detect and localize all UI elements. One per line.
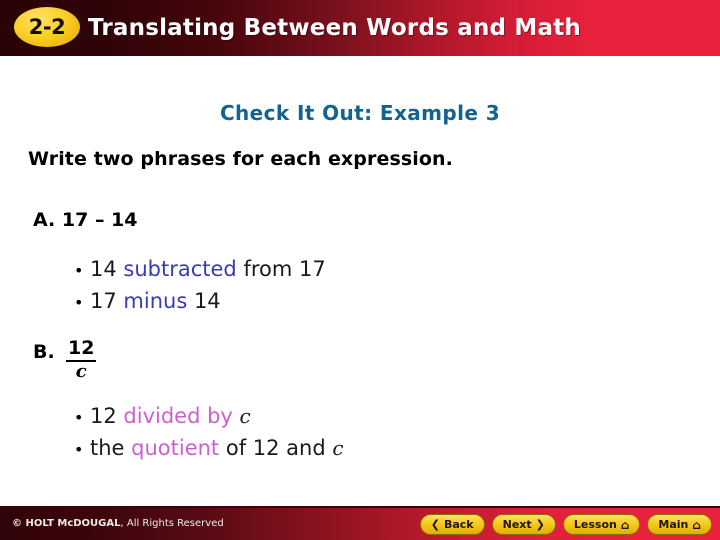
home-icon: ⌂ — [620, 517, 630, 532]
problem-b-fraction: 12 c — [66, 338, 97, 382]
problem-a-label: A. 17 – 14 — [33, 209, 138, 231]
list-item: • 17 minus 14 — [74, 286, 326, 318]
phrase-list-b: • 12 divided by c • the quotient of 12 and… — [74, 401, 344, 465]
lesson-number-label: 2-2 — [28, 14, 66, 39]
slide-content-area: Check It Out: Example 3 Write two phrase… — [0, 56, 720, 506]
footer-navigation: ❮ Back Next ❯ Lesson ⌂ Main ⌂ — [419, 514, 712, 535]
main-button-label: Main — [658, 518, 689, 531]
bullet-icon: • — [74, 408, 84, 427]
phrase-keyword: quotient — [131, 436, 220, 460]
phrase-text-plain: 17 — [90, 289, 124, 313]
lesson-button[interactable]: Lesson ⌂ — [562, 514, 641, 535]
bullet-icon: • — [74, 261, 84, 280]
fraction-denominator: c — [75, 360, 87, 382]
next-button-label: Next — [502, 518, 532, 531]
lesson-title: Translating Between Words and Math — [88, 15, 581, 41]
phrase-keyword: divided by — [123, 404, 233, 428]
next-button[interactable]: Next ❯ — [491, 514, 556, 535]
copyright-rest: , All Rights Reserved — [120, 518, 224, 529]
phrase-keyword: subtracted — [123, 257, 237, 281]
phrase-text-plain: 14 — [187, 289, 221, 313]
copyright-text: © HOLT McDOUGAL, All Rights Reserved — [12, 518, 224, 529]
phrase-keyword: minus — [123, 289, 188, 313]
phrase-text-plain: 12 — [90, 404, 124, 428]
phrase-text-plain: from 17 — [236, 257, 326, 281]
bullet-icon: • — [74, 293, 84, 312]
problem-b-label: B. — [33, 341, 55, 363]
instruction-text: Write two phrases for each expression. — [28, 148, 453, 170]
list-item: • 14 subtracted from 17 — [74, 254, 326, 286]
lesson-button-label: Lesson — [573, 518, 617, 531]
phrase-text-plain: the — [90, 436, 132, 460]
phrase-variable: c — [332, 436, 344, 460]
footer-bar: © HOLT McDOUGAL, All Rights Reserved ❮ B… — [0, 506, 720, 540]
phrase-text-plain: 14 — [90, 257, 124, 281]
home-icon: ⌂ — [692, 517, 701, 532]
copyright-brand: © HOLT McDOUGAL — [12, 518, 121, 529]
phrase-text-plain — [233, 404, 240, 428]
bullet-icon: • — [74, 440, 84, 459]
phrase-text-plain: of 12 and — [219, 436, 333, 460]
fraction-numerator: 12 — [66, 338, 97, 362]
list-item: • the quotient of 12 and c — [74, 433, 344, 465]
chevron-left-icon: ❮ — [430, 518, 440, 531]
example-heading: Check It Out: Example 3 — [219, 101, 501, 125]
back-button-label: Back — [443, 518, 474, 531]
list-item: • 12 divided by c — [74, 401, 344, 433]
back-button[interactable]: ❮ Back — [419, 514, 485, 535]
main-button[interactable]: Main ⌂ — [647, 514, 712, 535]
lesson-number-badge: 2-2 — [14, 7, 80, 47]
phrase-list-a: • 14 subtracted from 17 • 17 minus 14 — [74, 254, 326, 318]
phrase-variable: c — [239, 404, 251, 428]
lesson-header-bar: 2-2 Translating Between Words and Math — [0, 0, 720, 56]
chevron-right-icon: ❯ — [535, 518, 545, 531]
